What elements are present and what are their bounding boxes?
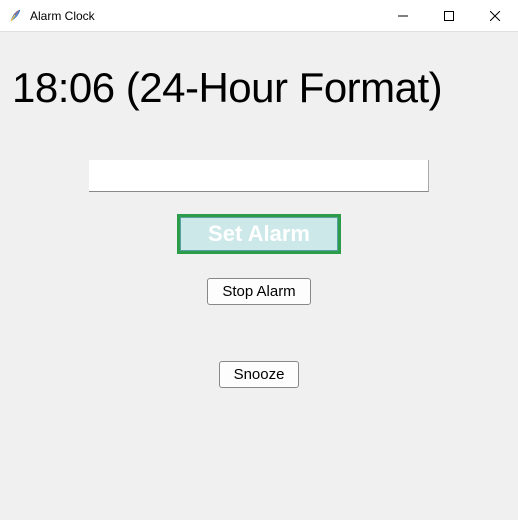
minimize-button[interactable] (380, 0, 426, 32)
window-title: Alarm Clock (30, 9, 95, 23)
controls-container: Set Alarm Stop Alarm Snooze (0, 160, 518, 388)
main-content: 18:06 (24-Hour Format) Set Alarm Stop Al… (0, 32, 518, 388)
set-alarm-button[interactable]: Set Alarm (177, 214, 341, 254)
stop-alarm-button[interactable]: Stop Alarm (207, 278, 310, 305)
snooze-button[interactable]: Snooze (219, 361, 300, 388)
minimize-icon (398, 11, 408, 21)
maximize-button[interactable] (426, 0, 472, 32)
close-icon (490, 11, 500, 21)
app-feather-icon (8, 8, 24, 24)
close-button[interactable] (472, 0, 518, 32)
window-titlebar: Alarm Clock (0, 0, 518, 32)
alarm-time-input[interactable] (89, 160, 429, 192)
maximize-icon (444, 11, 454, 21)
current-time-label: 18:06 (24-Hour Format) (0, 64, 518, 112)
